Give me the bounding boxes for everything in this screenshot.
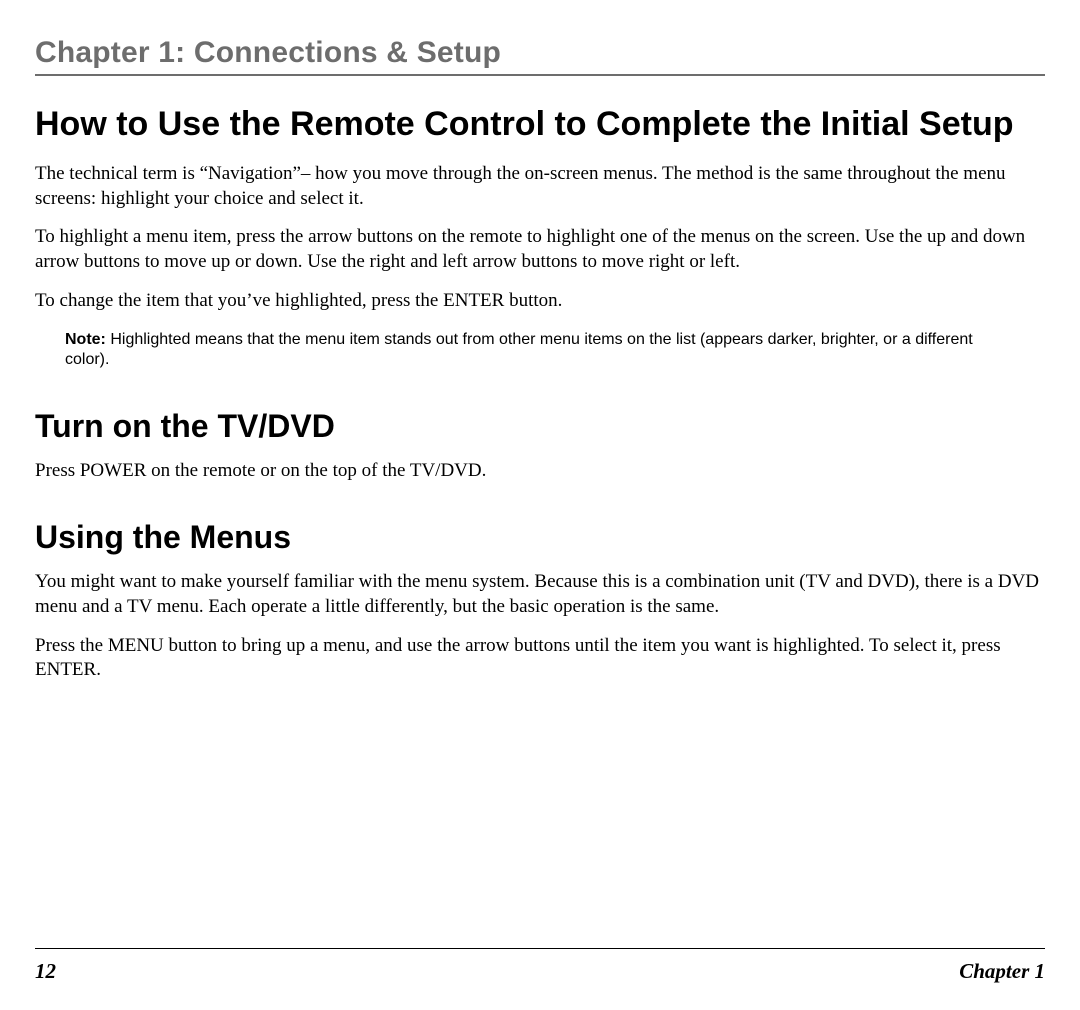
section-title-menus: Using the Menus (35, 519, 1045, 556)
section-title-remote: How to Use the Remote Control to Complet… (35, 104, 1045, 144)
chapter-header: Chapter 1: Connections & Setup (35, 36, 1045, 76)
note-body: Highlighted means that the menu item sta… (65, 331, 973, 368)
note-label: Note: (65, 331, 106, 348)
section-title-turn-on: Turn on the TV/DVD (35, 408, 1045, 445)
document-page: Chapter 1: Connections & Setup How to Us… (0, 0, 1080, 683)
note-text: Note: Highlighted means that the menu it… (65, 330, 1015, 370)
body-paragraph: The technical term is “Navigation”– how … (35, 162, 1045, 211)
body-paragraph: You might want to make yourself familiar… (35, 570, 1045, 619)
body-paragraph: Press POWER on the remote or on the top … (35, 459, 1045, 484)
body-paragraph: To change the item that you’ve highlight… (35, 289, 1045, 314)
note-block: Note: Highlighted means that the menu it… (35, 328, 1045, 372)
page-number: 12 (35, 959, 56, 984)
body-paragraph: Press the MENU button to bring up a menu… (35, 634, 1045, 683)
page-footer: 12 Chapter 1 (35, 948, 1045, 984)
body-paragraph: To highlight a menu item, press the arro… (35, 225, 1045, 274)
footer-chapter-label: Chapter 1 (959, 959, 1045, 984)
